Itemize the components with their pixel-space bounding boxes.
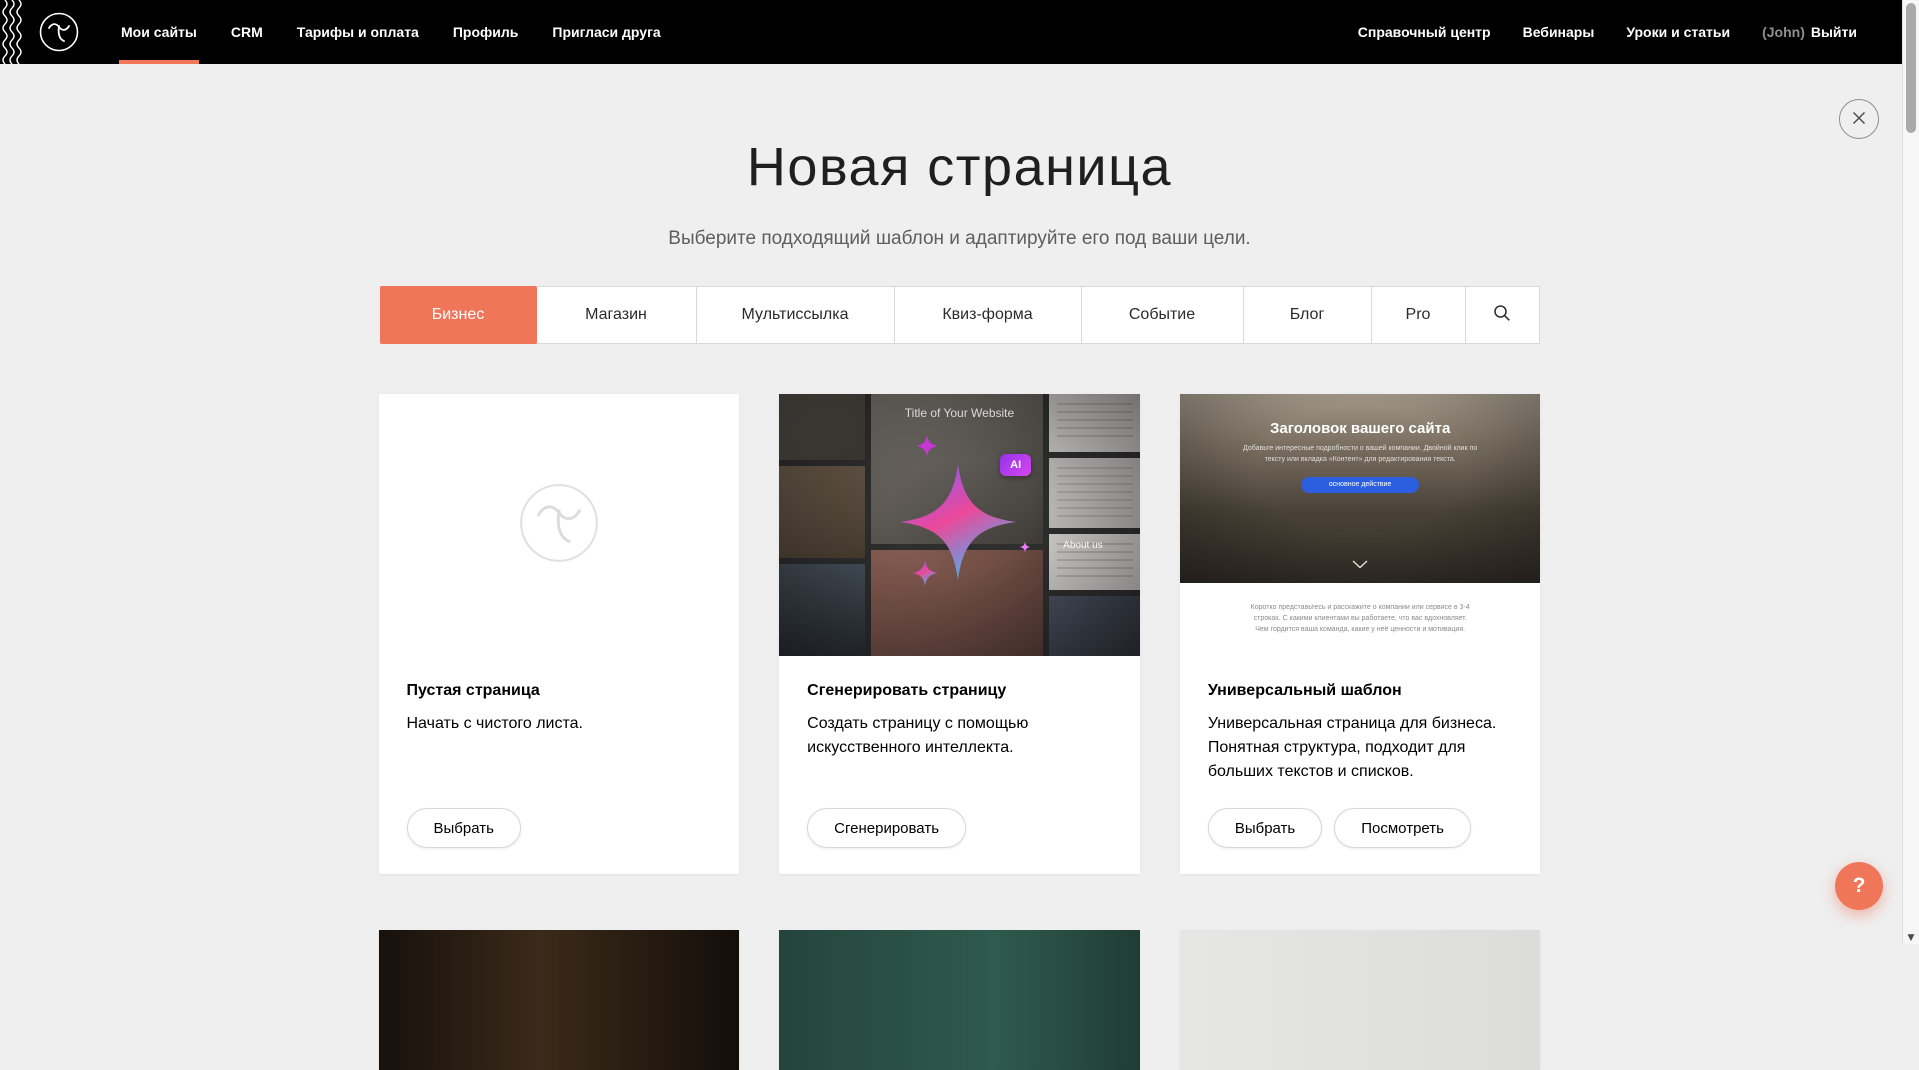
blank-page-preview: [379, 394, 740, 656]
top-nav: Мои сайты CRM Тарифы и оплата Профиль Пр…: [0, 0, 1919, 64]
nav-left: Мои сайты CRM Тарифы и оплата Профиль Пр…: [104, 0, 678, 64]
card-title: Пустая страница: [407, 682, 712, 700]
about-us-label: About us: [1063, 540, 1102, 551]
nav-item-crm[interactable]: CRM: [229, 0, 265, 64]
ai-sparkle-small-icon: [911, 559, 939, 592]
card-generate-page: Title of Your Website About us: [779, 394, 1140, 874]
card-info: Сгенерировать страницу Создать страницу …: [779, 656, 1140, 874]
ai-badge: AI: [1000, 454, 1031, 476]
nav-item-help-center[interactable]: Справочный центр: [1356, 0, 1493, 64]
nav-item-my-sites[interactable]: Мои сайты: [119, 0, 199, 64]
card-actions: Выбрать: [407, 808, 712, 848]
card-info: Пустая страница Начать с чистого листа. …: [379, 656, 740, 874]
card-title: Сгенерировать страницу: [807, 682, 1112, 700]
tab-multilink[interactable]: Мультиссылка: [696, 286, 895, 344]
nav-item-profile[interactable]: Профиль: [451, 0, 521, 64]
page-title: Новая страница: [0, 136, 1919, 198]
help-button[interactable]: ?: [1835, 862, 1883, 910]
close-button[interactable]: [1839, 99, 1879, 139]
zigzag-pattern-icon: [0, 0, 24, 64]
preview-body: Коротко представьтесь и расскажите о ком…: [1180, 583, 1541, 656]
ai-sparkle-small-icon: [915, 434, 939, 463]
card-actions: Выбрать Посмотреть: [1208, 808, 1513, 848]
tab-search[interactable]: [1465, 286, 1540, 344]
preview-hero-button: основное действие: [1301, 477, 1419, 493]
select-universal-button[interactable]: Выбрать: [1208, 808, 1322, 848]
card-partial[interactable]: [779, 930, 1140, 1070]
ai-preview: Title of Your Website About us: [779, 394, 1140, 656]
card-title: Универсальный шаблон: [1208, 682, 1513, 700]
ai-sparkle-small-icon: [1019, 540, 1031, 558]
tilda-watermark-icon: [516, 480, 602, 571]
tab-business[interactable]: Бизнес: [380, 286, 537, 344]
nav-right: Справочный центр Вебинары Уроки и статьи…: [1342, 0, 1873, 64]
preview-universal-button[interactable]: Посмотреть: [1334, 808, 1471, 848]
nav-item-lessons[interactable]: Уроки и статьи: [1624, 0, 1732, 64]
nav-item-invite-friend[interactable]: Пригласи друга: [550, 0, 662, 64]
nav-item-webinars[interactable]: Вебинары: [1521, 0, 1597, 64]
tab-shop[interactable]: Магазин: [536, 286, 697, 344]
generate-button[interactable]: Сгенерировать: [807, 808, 966, 848]
card-description: Универсальная страница для бизнеса. Поня…: [1208, 712, 1508, 784]
user-name: (John): [1762, 24, 1805, 40]
card-blank-page: Пустая страница Начать с чистого листа. …: [379, 394, 740, 874]
tab-quiz-form[interactable]: Квиз-форма: [894, 286, 1082, 344]
card-description: Создать страницу с помощью искусственног…: [807, 712, 1107, 760]
preview-hero-content: Заголовок вашего сайта Добавьте интересн…: [1180, 394, 1541, 493]
template-tabs: Бизнес Магазин Мультиссылка Квиз-форма С…: [380, 286, 1540, 344]
search-icon: [1493, 304, 1511, 327]
tilda-logo-icon[interactable]: [38, 11, 80, 53]
tab-pro[interactable]: Pro: [1371, 286, 1466, 344]
select-blank-button[interactable]: Выбрать: [407, 808, 521, 848]
scrollbar-thumb[interactable]: [1906, 3, 1916, 133]
tab-blog[interactable]: Блог: [1243, 286, 1372, 344]
logout-label: Выйти: [1811, 24, 1857, 40]
template-cards-grid: Пустая страница Начать с чистого листа. …: [379, 394, 1541, 874]
card-partial[interactable]: [379, 930, 740, 1070]
universal-preview: Заголовок вашего сайта Добавьте интересн…: [1180, 394, 1541, 656]
template-cards-grid-row2: [379, 930, 1541, 1070]
nav-item-tariffs[interactable]: Тарифы и оплата: [295, 0, 421, 64]
scrollbar[interactable]: ▼: [1902, 0, 1919, 944]
card-partial[interactable]: [1180, 930, 1541, 1070]
page-subtitle: Выберите подходящий шаблон и адаптируйте…: [0, 228, 1919, 250]
scroll-down-arrow-icon[interactable]: ▼: [1903, 933, 1919, 943]
tab-event[interactable]: Событие: [1081, 286, 1244, 344]
card-info: Универсальный шаблон Универсальная стран…: [1180, 656, 1541, 874]
nav-item-logout[interactable]: (John) Выйти: [1760, 0, 1859, 64]
close-icon: [1851, 110, 1867, 129]
preview-hero: Заголовок вашего сайта Добавьте интересн…: [1180, 394, 1541, 583]
card-actions: Сгенерировать: [807, 808, 1112, 848]
preview-site-title: Title of Your Website: [779, 406, 1140, 420]
preview-hero-title: Заголовок вашего сайта: [1180, 394, 1541, 437]
preview-body-text: Коротко представьтесь и расскажите о ком…: [1248, 603, 1472, 636]
preview-hero-subtitle: Добавьте интересные подробности о вашей …: [1241, 444, 1479, 466]
chevron-down-icon: [1352, 556, 1368, 574]
card-description: Начать с чистого листа.: [407, 712, 707, 736]
card-universal-template: Заголовок вашего сайта Добавьте интересн…: [1180, 394, 1541, 874]
main-content: Новая страница Выберите подходящий шабло…: [0, 0, 1919, 1070]
